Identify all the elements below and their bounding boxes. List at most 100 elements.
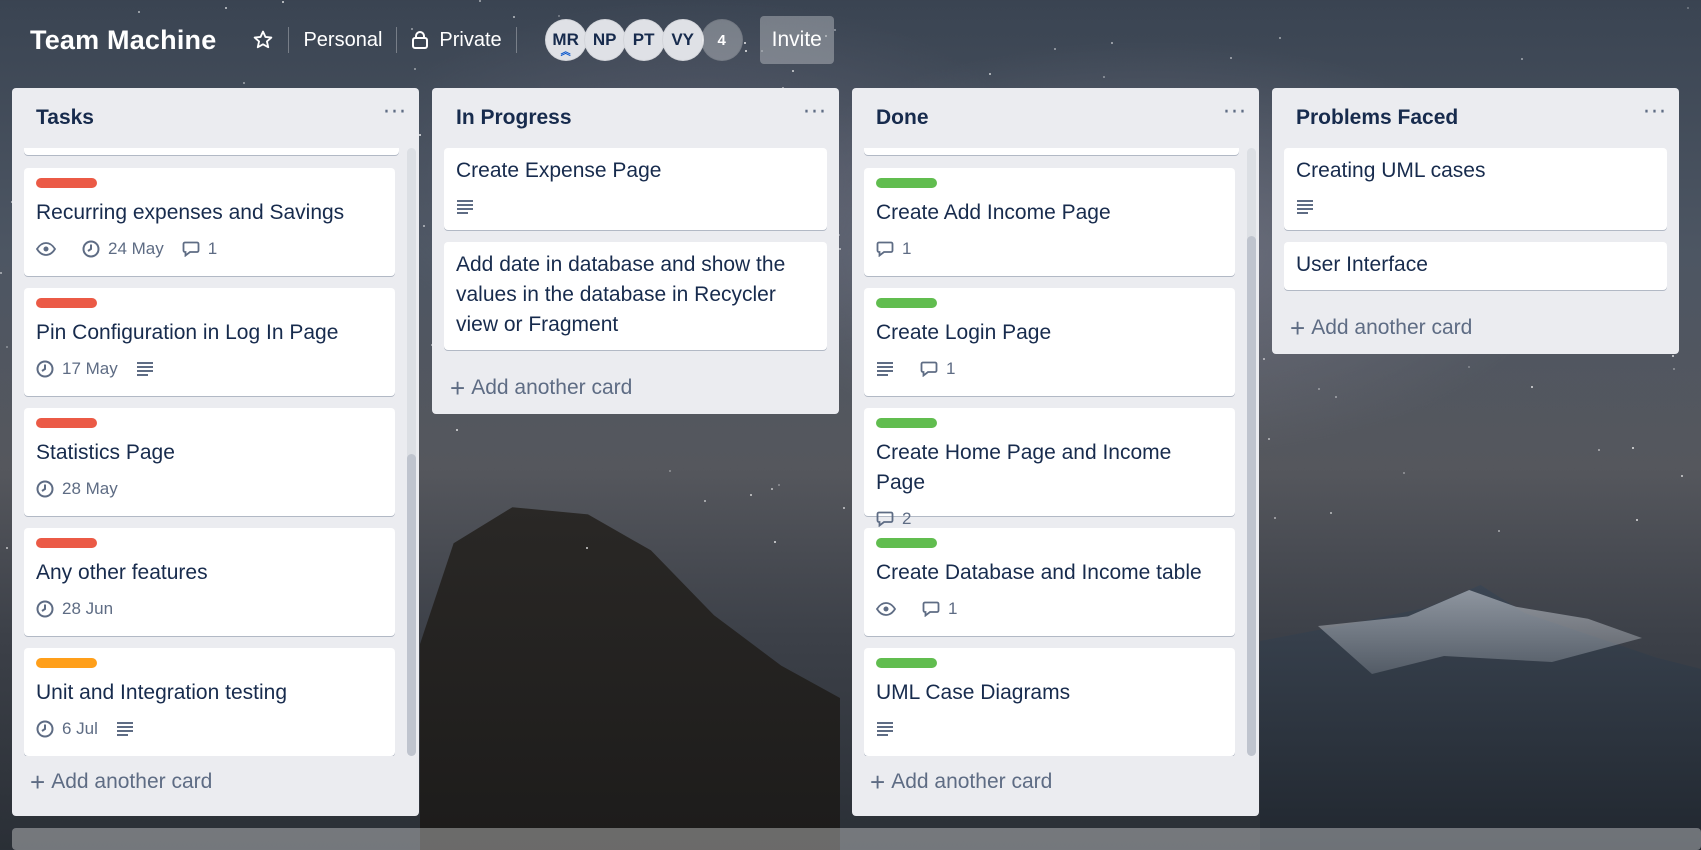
- card[interactable]: Creating UML cases: [1284, 148, 1667, 230]
- add-card-button[interactable]: + Add another card: [432, 362, 839, 414]
- avatar[interactable]: VY: [661, 19, 704, 61]
- add-card-button[interactable]: + Add another card: [12, 756, 419, 808]
- label-orange[interactable]: [36, 658, 97, 668]
- visibility-button[interactable]: Private: [401, 20, 511, 60]
- add-card-button[interactable]: + Add another card: [852, 756, 1259, 808]
- due-date-badge[interactable]: 6 Jul: [36, 719, 98, 739]
- label-red[interactable]: [36, 538, 97, 548]
- avatar[interactable]: PT: [622, 19, 665, 61]
- description-icon: [1296, 199, 1322, 215]
- list-menu-button[interactable]: ···: [1643, 102, 1667, 128]
- star-dot: [1468, 366, 1470, 368]
- card-badges: 6 Jul: [36, 716, 383, 742]
- description-badge: [876, 361, 902, 377]
- description-badge: [1296, 199, 1322, 215]
- card[interactable]: Create Database and Income table 1: [864, 528, 1235, 636]
- card-badges: 1: [876, 356, 1223, 382]
- clock-icon: [82, 240, 108, 258]
- description-icon: [136, 361, 162, 377]
- list-menu-button[interactable]: ···: [383, 102, 407, 128]
- header-divider: [515, 27, 517, 53]
- description-badge: [456, 199, 482, 215]
- star-dot: [586, 547, 588, 549]
- card[interactable]: Pin Configuration in Log In Page 17 May: [24, 288, 395, 396]
- card-title: Create Expense Page: [456, 159, 662, 182]
- star-dot: [1598, 449, 1600, 451]
- comments-badge: 2: [876, 509, 911, 529]
- star-dot: [1268, 438, 1270, 440]
- list-tasks: Tasks ··· Recurring expenses and Savings…: [12, 88, 419, 816]
- due-date-badge[interactable]: 28 May: [36, 479, 118, 499]
- label-green[interactable]: [876, 538, 937, 548]
- card-container[interactable]: Recurring expenses and Savings 24 May 1 …: [12, 148, 419, 756]
- card[interactable]: Create Home Page and Income Page 2: [864, 408, 1235, 528]
- background-snow: [1318, 590, 1642, 674]
- card[interactable]: Create Login Page 1: [864, 288, 1235, 396]
- card[interactable]: Create Add Income Page 1: [864, 168, 1235, 276]
- star-dot: [1632, 447, 1634, 449]
- card-badges: [876, 716, 1223, 742]
- star-dot: [6, 547, 8, 549]
- card[interactable]: Recurring expenses and Savings 24 May 1: [24, 168, 395, 276]
- due-date-badge[interactable]: 24 May: [82, 239, 164, 259]
- more-members-button[interactable]: 4: [700, 19, 743, 61]
- add-card-button[interactable]: + Add another card: [1272, 302, 1679, 354]
- list-menu-button[interactable]: ···: [1223, 102, 1247, 128]
- plus-icon: +: [1290, 313, 1306, 343]
- list-title[interactable]: Tasks: [36, 106, 94, 130]
- list-scrollbar[interactable]: [1247, 148, 1256, 756]
- workspace-button[interactable]: Personal: [293, 20, 392, 60]
- scrollbar-thumb[interactable]: [1247, 236, 1256, 756]
- list-title[interactable]: Problems Faced: [1296, 106, 1458, 130]
- avatar[interactable]: NP: [583, 19, 626, 61]
- list-scrollbar[interactable]: [407, 148, 416, 756]
- card[interactable]: UML Case Diagrams: [864, 648, 1235, 756]
- description-icon: [456, 199, 482, 215]
- due-date-badge[interactable]: 17 May: [36, 359, 118, 379]
- more-icon: ···: [383, 100, 407, 125]
- card[interactable]: Unit and Integration testing 6 Jul: [24, 648, 395, 756]
- label-red[interactable]: [36, 418, 97, 428]
- label-red[interactable]: [36, 298, 97, 308]
- partial-card[interactable]: [24, 148, 399, 155]
- card[interactable]: User Interface: [1284, 242, 1667, 290]
- star-dot: [1330, 512, 1332, 514]
- due-date-badge[interactable]: 28 Jun: [36, 599, 113, 619]
- label-green[interactable]: [876, 658, 937, 668]
- board-horizontal-scrollbar[interactable]: [12, 828, 1701, 850]
- card[interactable]: Statistics Page 28 May: [24, 408, 395, 516]
- list-title[interactable]: Done: [876, 106, 929, 130]
- partial-card[interactable]: [864, 148, 1239, 155]
- star-dot: [419, 134, 421, 136]
- card-container[interactable]: Create Add Income Page 1 Create Login Pa…: [852, 148, 1259, 756]
- star-dot: [1636, 519, 1638, 521]
- star-icon: [252, 29, 274, 51]
- label-green[interactable]: [876, 418, 937, 428]
- star-board-button[interactable]: [242, 20, 284, 60]
- card-title: Any other features: [36, 561, 208, 584]
- card-container[interactable]: Create Expense Page Add date in database…: [432, 148, 839, 362]
- watching-badge: [876, 602, 904, 616]
- comments-badge: 1: [182, 239, 217, 259]
- card[interactable]: Any other features 28 Jun: [24, 528, 395, 636]
- card[interactable]: Create Expense Page: [444, 148, 827, 230]
- star-dot: [843, 507, 845, 509]
- card-badges: 1: [876, 236, 1223, 262]
- header-divider: [288, 27, 290, 53]
- list-title[interactable]: In Progress: [456, 106, 572, 130]
- card-title: Create Login Page: [876, 321, 1052, 344]
- list-menu-button[interactable]: ···: [803, 102, 827, 128]
- board-title[interactable]: Team Machine: [30, 25, 216, 56]
- avatar[interactable]: MR ︽: [544, 19, 587, 61]
- scrollbar-thumb[interactable]: [407, 454, 416, 756]
- list-in-progress: In Progress ··· Create Expense Page Add …: [432, 88, 839, 414]
- card[interactable]: Add date in database and show the values…: [444, 242, 827, 350]
- visibility-label: Private: [439, 28, 502, 51]
- label-green[interactable]: [876, 298, 937, 308]
- invite-button[interactable]: Invite: [759, 16, 834, 64]
- label-red[interactable]: [36, 178, 97, 188]
- comment-icon: [920, 361, 946, 377]
- card-container[interactable]: Creating UML cases User Interface: [1272, 148, 1679, 302]
- star-dot: [1681, 475, 1683, 477]
- label-green[interactable]: [876, 178, 937, 188]
